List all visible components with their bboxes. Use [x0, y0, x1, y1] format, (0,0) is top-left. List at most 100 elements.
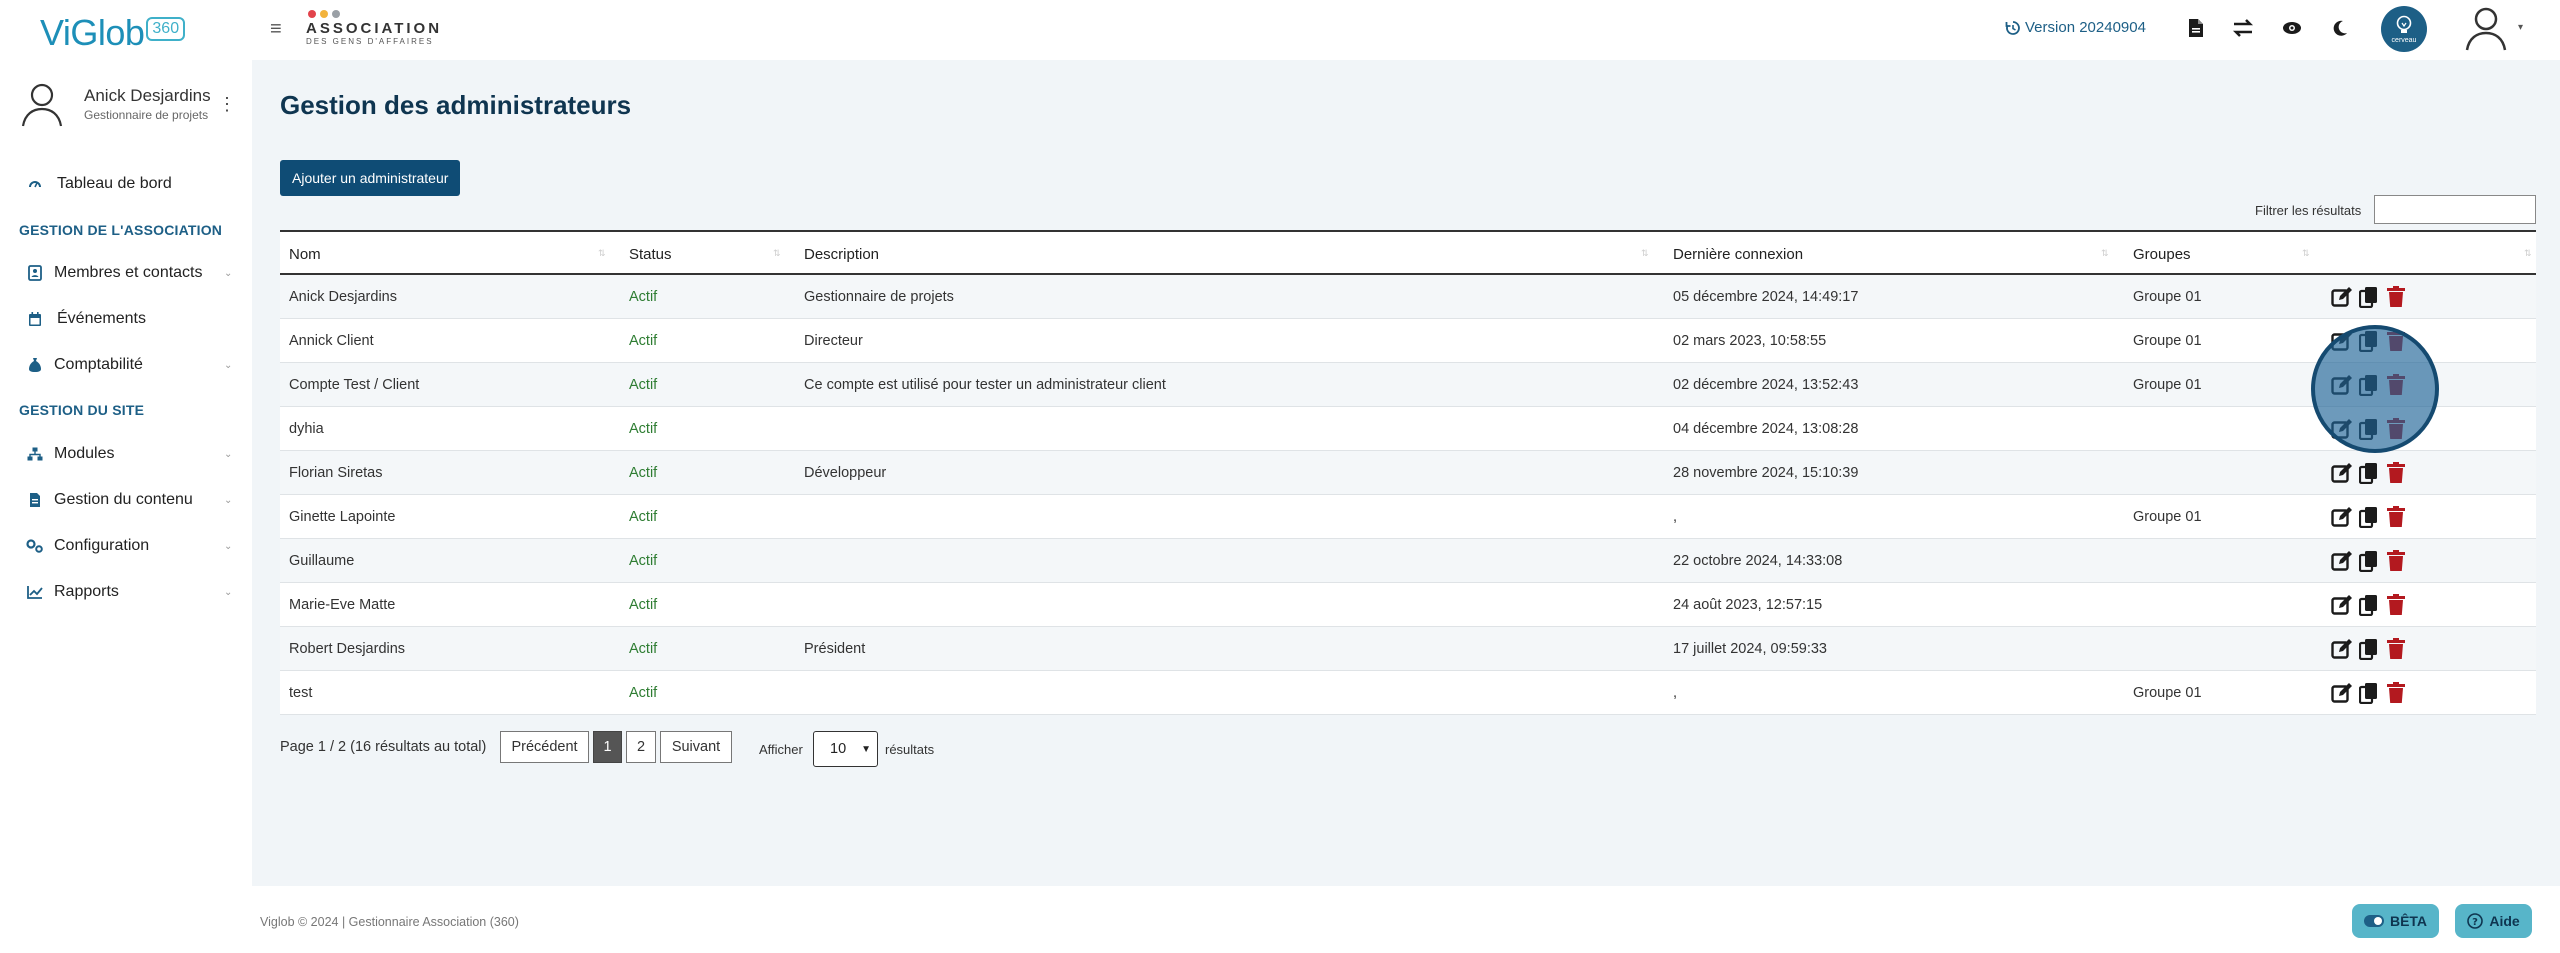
edit-icon[interactable] [2330, 637, 2354, 661]
eye-icon[interactable] [2280, 16, 2304, 40]
version-link[interactable]: Version 20240904 [2005, 19, 2146, 36]
logo-badge: 360 [146, 17, 186, 41]
sort-icon[interactable]: ⇅ [2101, 248, 2109, 259]
page-2-button[interactable]: 2 [626, 731, 656, 763]
association-logo[interactable]: ASSOCIATION DES GENS D'AFFAIRES [306, 10, 442, 46]
page-1-button[interactable]: 1 [593, 731, 622, 763]
row-actions [2330, 681, 2408, 705]
copy-icon[interactable] [2357, 593, 2381, 617]
sort-icon[interactable]: ⇅ [1641, 248, 1649, 259]
edit-icon[interactable] [2330, 549, 2354, 573]
dark-mode-moon-icon[interactable] [2328, 16, 2352, 40]
viglob-logo[interactable]: ViGlob 360 [40, 12, 186, 54]
cell-description: Président [804, 641, 866, 657]
copy-icon[interactable] [2357, 637, 2381, 661]
page-size-value: 10 [830, 741, 847, 757]
cell-name: Annick Client [289, 333, 374, 349]
page-size-select[interactable]: 10 ▼ [813, 731, 878, 767]
edit-icon[interactable] [2330, 505, 2354, 529]
copy-icon[interactable] [2357, 505, 2381, 529]
row-actions [2330, 637, 2408, 661]
edit-icon[interactable] [2330, 681, 2354, 705]
sidebar-item-events[interactable]: Événements [0, 304, 252, 334]
sort-icon[interactable]: ⇅ [598, 248, 606, 259]
sidebar-item-label: Rapports [54, 583, 119, 600]
table-row: Ginette Lapointe Actif, Groupe 01 [280, 495, 2536, 539]
version-label: Version 20240904 [2025, 19, 2146, 36]
delete-trash-icon[interactable] [2384, 549, 2408, 573]
copy-icon[interactable] [2357, 461, 2381, 485]
profile-role: Gestionnaire de projets [84, 108, 209, 122]
sidebar-item-dashboard[interactable]: Tableau de bord [0, 169, 252, 199]
sidebar-item-label: Configuration [54, 537, 150, 554]
beta-toggle-button[interactable]: BÊTA [2352, 904, 2439, 938]
user-menu-chevron-icon[interactable]: ▾ [2518, 22, 2523, 33]
row-actions [2330, 549, 2408, 573]
sidebar-item-members[interactable]: Membres et contacts ⌄ [0, 258, 252, 288]
delete-trash-icon[interactable] [2384, 681, 2408, 705]
filter-input[interactable] [2374, 195, 2536, 224]
user-menu-avatar-icon[interactable] [2463, 4, 2509, 57]
cell-groups: Groupe 01 [2133, 289, 2202, 305]
sidebar-item-configuration[interactable]: Configuration ⌄ [0, 531, 252, 561]
cell-groups: Groupe 01 [2133, 509, 2202, 525]
column-header-description[interactable]: Description [804, 246, 879, 263]
delete-trash-icon[interactable] [2384, 285, 2408, 309]
edit-icon[interactable] [2330, 285, 2354, 309]
column-header-groups[interactable]: Groupes [2133, 246, 2191, 263]
delete-trash-icon[interactable] [2384, 593, 2408, 617]
cell-status: Actif [629, 553, 658, 569]
add-administrator-button[interactable]: Ajouter un administrateur [280, 160, 461, 196]
table-row: test Actif, Groupe 01 [280, 671, 2536, 715]
help-button[interactable]: ? Aide [2455, 904, 2532, 938]
table-row: Marie-Eve Matte Actif 24 août 2023, 12:57:… [280, 583, 2536, 627]
sidebar-item-content[interactable]: Gestion du contenu ⌄ [0, 485, 252, 515]
sort-icon[interactable]: ⇅ [2524, 248, 2532, 259]
sidebar-item-modules[interactable]: Modules ⌄ [0, 439, 252, 469]
edit-icon[interactable] [2330, 593, 2354, 617]
copy-icon[interactable] [2357, 681, 2381, 705]
help-label: Aide [2489, 913, 2520, 929]
column-header-name[interactable]: Nom [289, 246, 321, 263]
profile-more-icon[interactable]: ⋮ [218, 94, 236, 115]
cell-status: Actif [629, 377, 658, 393]
delete-trash-icon[interactable] [2384, 461, 2408, 485]
delete-trash-icon[interactable] [2384, 505, 2408, 529]
sort-icon[interactable]: ⇅ [773, 248, 781, 259]
table-row: Compte Test / Client Actif Ce compte est u… [280, 363, 2536, 407]
cell-status: Actif [629, 597, 658, 613]
sidebar-item-label: Tableau de bord [57, 175, 172, 192]
profile: Anick Desjardins Gestionnaire de projets [20, 80, 211, 128]
top-bar: ViGlob 360 ≡ ASSOCIATION DES GENS D'AFFA… [0, 0, 2560, 60]
document-icon[interactable] [2184, 16, 2208, 40]
copy-icon[interactable] [2357, 549, 2381, 573]
sort-icon[interactable]: ⇅ [2302, 248, 2310, 259]
cell-status: Actif [629, 641, 658, 657]
previous-page-button[interactable]: Précédent [500, 731, 589, 763]
svg-text:?: ? [2472, 917, 2478, 928]
cell-status: Actif [629, 509, 658, 525]
edit-icon[interactable] [2330, 461, 2354, 485]
cell-name: Ginette Lapointe [289, 509, 396, 525]
profile-name: Anick Desjardins [84, 86, 211, 105]
sidebar-item-label: Comptabilité [54, 356, 143, 373]
cerveau-label: cerveau [2391, 36, 2417, 44]
sidebar-item-accounting[interactable]: Comptabilité ⌄ [0, 350, 252, 380]
column-header-status[interactable]: Status [629, 246, 672, 263]
switch-arrows-icon[interactable] [2231, 16, 2255, 40]
delete-trash-icon[interactable] [2384, 637, 2408, 661]
copy-icon[interactable] [2357, 285, 2381, 309]
cell-name: Robert Desjardins [289, 641, 406, 657]
sidebar-item-reports[interactable]: Rapports ⌄ [0, 577, 252, 607]
footer [252, 886, 2560, 953]
hamburger-menu-icon[interactable]: ≡ [270, 18, 282, 41]
cell-last-login: 28 novembre 2024, 15:10:39 [1673, 465, 1859, 481]
next-page-button[interactable]: Suivant [660, 731, 732, 763]
table-row: Guillaume Actif 22 octobre 2024, 14:33:08 [280, 539, 2536, 583]
chevron-down-icon: ▼ [861, 743, 871, 755]
cerveau-button[interactable]: cerveau [2381, 6, 2427, 52]
column-header-last-login[interactable]: Dernière connexion [1673, 246, 1803, 263]
cell-name: Florian Siretas [289, 465, 383, 481]
cell-name: Guillaume [289, 553, 355, 569]
chevron-down-icon: ⌄ [224, 586, 233, 598]
